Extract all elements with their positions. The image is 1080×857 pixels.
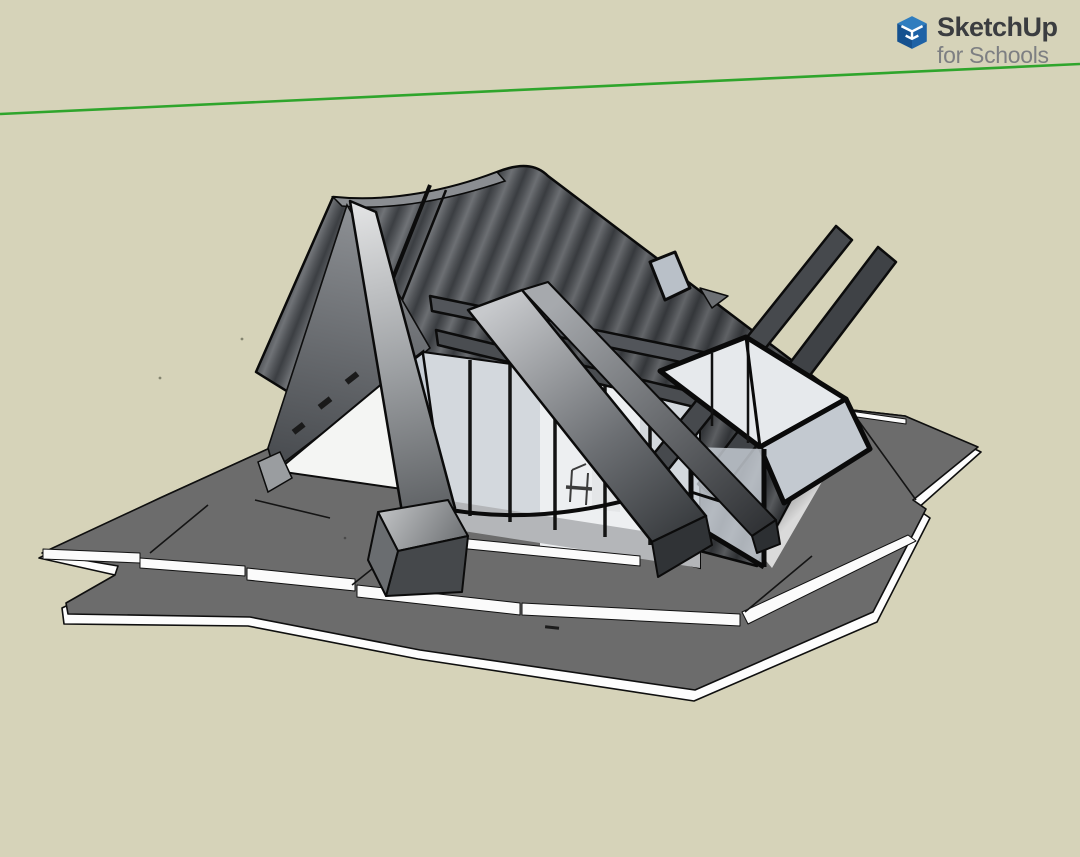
brand-name: SketchUp: [937, 14, 1058, 41]
tile-speck: [344, 537, 347, 540]
sketchup-logo: SketchUp for Schools: [894, 14, 1058, 67]
sketchup-logo-icon: [894, 14, 930, 52]
sketchup-viewport[interactable]: SketchUp for Schools: [0, 0, 1080, 857]
model-canvas[interactable]: [0, 0, 1080, 857]
brand-subtitle: for Schools: [937, 44, 1058, 67]
